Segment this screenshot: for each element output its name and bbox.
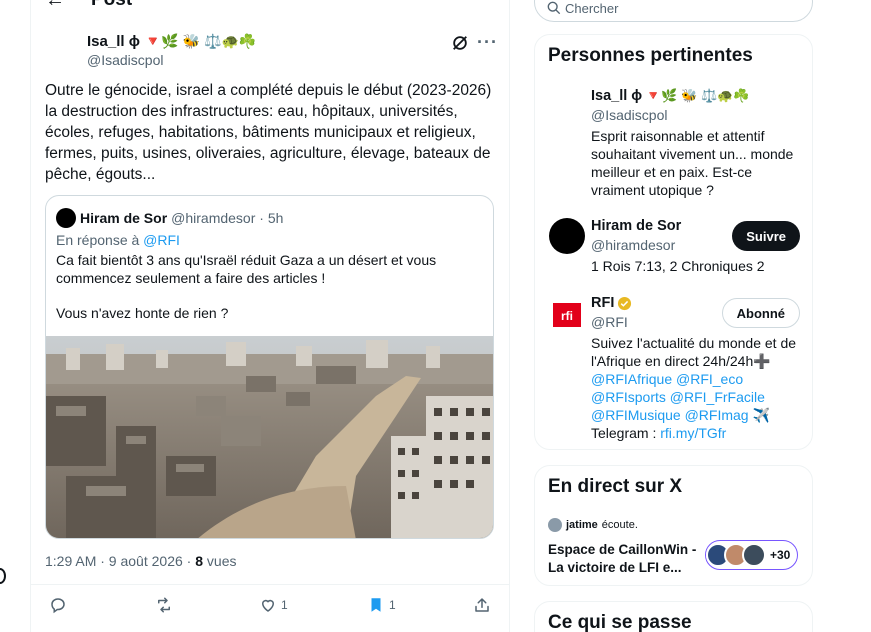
space-title[interactable]: Espace de CaillonWin - La victoire de LF…	[548, 541, 698, 577]
views-count: 8	[195, 553, 204, 569]
verified-badge-icon	[618, 296, 632, 310]
author-handle[interactable]: @Isadiscpol	[87, 52, 256, 68]
bookmark-button[interactable]: 1	[367, 596, 396, 614]
bookmark-icon	[371, 598, 381, 612]
person-handle[interactable]: @Isadiscpol	[591, 107, 667, 123]
divider	[31, 584, 509, 585]
bio-telegram-label: Telegram :	[591, 425, 661, 441]
more-options-icon[interactable]: ···	[477, 32, 498, 53]
search-placeholder: Chercher	[565, 1, 619, 16]
views-label: vues	[203, 553, 237, 569]
listener-avatar	[742, 543, 766, 567]
left-nav-fragment	[0, 568, 6, 584]
quote-author-name[interactable]: Hiram de Sor	[80, 210, 167, 226]
relevant-people-title: Personnes pertinentes	[548, 45, 753, 66]
author-name-emojis: 🔻🌿 🐝 ⚖️🐢☘️	[143, 33, 257, 49]
listener-count: +30	[770, 548, 791, 562]
live-on-x-card: En direct sur X jatime écoute. Espace de…	[534, 465, 813, 586]
person-bio: Esprit raisonnable et attentif souhaitan…	[591, 128, 794, 198]
person-bio: Suivez l'actualité du monde et de l'Afri…	[591, 334, 801, 442]
person-name[interactable]: Isa_ll ɸ	[591, 88, 642, 104]
live-title: En direct sur X	[548, 476, 683, 497]
following-button[interactable]: Abonné	[721, 298, 800, 328]
quote-text: Ca fait bientôt 3 ans qu'Israël réduit G…	[56, 252, 437, 286]
timestamp-text[interactable]: 1:29 AM · 9 août 2026 ·	[45, 553, 195, 569]
reply-icon	[51, 598, 65, 614]
quote-text-2: Vous n'avez honte de rien ?	[56, 305, 229, 321]
tweet-text: Outre le génocide, israel a complété dep…	[45, 82, 492, 183]
page-title: Post	[91, 0, 132, 11]
bio-telegram-link[interactable]: rfi.my/TGfr	[660, 425, 726, 441]
person-name-emojis: 🔻🌿 🐝 ⚖️🐢☘️	[645, 88, 750, 103]
bookmark-count: 1	[389, 598, 396, 612]
quote-reply-context: En réponse à @RFI	[56, 232, 180, 248]
post-header: ← Post	[45, 0, 132, 10]
reply-handle-link[interactable]: @RFI	[143, 232, 180, 248]
like-count: 1	[281, 598, 288, 612]
person-name[interactable]: Hiram de Sor	[591, 218, 681, 234]
live-user-avatar	[548, 518, 562, 532]
repost-icon	[158, 597, 170, 613]
tweet-actions: 1 1	[47, 596, 497, 618]
heart-icon	[261, 599, 275, 612]
bio-text: Suivez l'actualité du monde et de l'Afri…	[591, 335, 797, 369]
quoted-tweet[interactable]: Hiram de Sor @hiramdesor · 5h En réponse…	[45, 195, 494, 539]
rfi-logo[interactable]: rfi	[549, 297, 585, 333]
share-icon	[475, 598, 489, 612]
person-handle[interactable]: @hiramdesor	[591, 237, 675, 253]
avatar[interactable]	[549, 218, 585, 254]
grok-icon[interactable]	[451, 34, 469, 52]
live-user-name: jatime	[566, 519, 598, 531]
person-bio: 1 Rois 7:13, 2 Chroniques 2	[591, 258, 765, 274]
tweet-timestamp: 1:29 AM · 9 août 2026 · 8 vues	[45, 553, 236, 569]
search-icon	[547, 1, 561, 15]
reply-prefix: En réponse à	[56, 232, 144, 248]
person-handle[interactable]: @RFI	[591, 314, 628, 330]
reply-button[interactable]	[49, 596, 67, 614]
live-user-status: écoute.	[601, 519, 638, 531]
space-listeners-pill[interactable]: +30	[705, 540, 798, 570]
search-input[interactable]: Chercher	[534, 0, 813, 22]
live-user[interactable]: jatime écoute.	[548, 518, 638, 532]
bio-links[interactable]: @RFIAfrique @RFI_eco @RFIsports @RFI_FrF…	[591, 371, 770, 423]
svg-text:rfi: rfi	[561, 309, 573, 323]
tweet-author[interactable]: Isa_ll ɸ 🔻🌿 🐝 ⚖️🐢☘️ @Isadiscpol	[87, 33, 256, 68]
person-name[interactable]: RFI	[591, 295, 614, 311]
back-arrow-icon[interactable]: ←	[45, 0, 65, 10]
quote-meta: @hiramdesor · 5h	[171, 210, 284, 226]
repost-button[interactable]	[154, 596, 174, 614]
quote-media-image[interactable]	[46, 336, 494, 539]
quote-avatar[interactable]	[56, 208, 76, 228]
main-column: ← Post Isa_ll ɸ 🔻🌿 🐝 ⚖️🐢☘️ @Isadiscpol ·…	[30, 0, 510, 632]
like-button[interactable]: 1	[259, 596, 288, 614]
follow-button[interactable]: Suivre	[732, 221, 800, 251]
share-button[interactable]	[473, 596, 491, 614]
author-name[interactable]: Isa_ll ɸ	[87, 33, 140, 50]
trending-card: Ce qui se passe	[534, 601, 813, 632]
relevant-people-card: Personnes pertinentes Isa_ll ɸ 🔻🌿 🐝 ⚖️🐢☘…	[534, 34, 813, 450]
trending-title: Ce qui se passe	[548, 612, 692, 632]
